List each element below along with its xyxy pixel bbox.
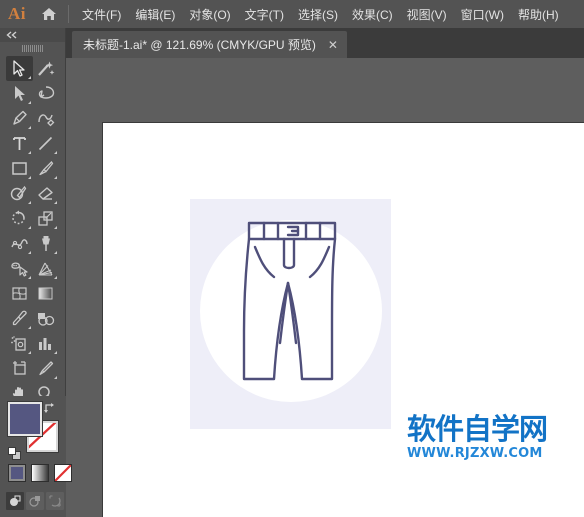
swap-fill-stroke-icon[interactable] [43, 401, 56, 419]
gradient-mode-button[interactable] [31, 464, 49, 482]
watermark: 软件自学网 WWW.RJZXW.COM [407, 412, 557, 461]
canvas-area[interactable]: 软件自学网 WWW.RJZXW.COM [66, 58, 584, 517]
color-mode-button[interactable] [8, 464, 26, 482]
tool-corner-indicator [54, 176, 57, 179]
tool-corner-indicator [27, 276, 31, 279]
tool-corner-indicator [54, 251, 57, 254]
menu-effect[interactable]: 效果(C) [345, 2, 400, 27]
tool-corner-indicator [27, 151, 31, 154]
document-tab[interactable]: 未标题-1.ai* @ 121.69% (CMYK/GPU 预览) ✕ [72, 31, 347, 58]
draw-behind-button[interactable] [26, 492, 44, 510]
menu-edit[interactable]: 编辑(E) [128, 2, 182, 27]
magic-wand-tool[interactable] [33, 56, 60, 81]
menu-view[interactable]: 视图(V) [400, 2, 454, 27]
tool-corner-indicator [27, 326, 31, 329]
paintbrush-tool[interactable] [33, 156, 60, 181]
tool-corner-indicator [27, 351, 31, 354]
watermark-url: WWW.RJZXW.COM [407, 446, 543, 461]
line-segment-tool[interactable] [33, 131, 60, 156]
menu-object[interactable]: 对象(O) [182, 2, 237, 27]
draw-mode-buttons [6, 492, 64, 510]
menu-divider [68, 5, 69, 23]
home-icon[interactable] [34, 7, 64, 21]
slice-tool[interactable] [33, 356, 60, 381]
eyedropper-tool[interactable] [6, 306, 33, 331]
menu-file[interactable]: 文件(F) [75, 2, 128, 27]
close-icon[interactable]: ✕ [326, 39, 340, 51]
artwork-background-square[interactable] [190, 199, 391, 429]
tool-corner-indicator [27, 126, 31, 129]
type-tool[interactable] [6, 131, 33, 156]
lasso-tool[interactable] [33, 81, 60, 106]
tool-corner-indicator [54, 276, 57, 279]
symbol-sprayer-tool[interactable] [6, 331, 33, 356]
mesh-tool[interactable] [6, 281, 33, 306]
document-tab-bar: 未标题-1.ai* @ 121.69% (CMYK/GPU 预览) ✕ [0, 28, 584, 58]
menu-type[interactable]: 文字(T) [238, 2, 291, 27]
shaper-tool[interactable] [6, 181, 33, 206]
fill-stroke-indicator [8, 401, 58, 460]
blend-tool[interactable] [33, 306, 60, 331]
draw-normal-button[interactable] [6, 492, 24, 510]
tool-corner-indicator [54, 201, 57, 204]
menu-window[interactable]: 窗口(W) [454, 2, 511, 27]
watermark-title: 软件自学网 [407, 412, 548, 446]
selection-tool[interactable] [6, 56, 33, 81]
shape-builder-tool[interactable] [6, 256, 33, 281]
perspective-grid-tool[interactable] [33, 256, 60, 281]
gradient-tool[interactable] [33, 281, 60, 306]
menu-bar: Ai 文件(F) 编辑(E) 对象(O) 文字(T) 选择(S) 效果(C) 视… [0, 0, 584, 28]
artboard-tool[interactable] [6, 356, 33, 381]
column-graph-tool[interactable] [33, 331, 60, 356]
tool-corner-indicator [54, 151, 57, 154]
tool-corner-indicator [54, 226, 57, 229]
eraser-tool[interactable] [33, 181, 60, 206]
rectangle-tool[interactable] [6, 156, 33, 181]
double-chevron-left-icon[interactable] [0, 28, 65, 42]
illustrator-window: Ai 文件(F) 编辑(E) 对象(O) 文字(T) 选择(S) 效果(C) 视… [0, 0, 584, 517]
tool-corner-indicator [27, 251, 31, 254]
curvature-tool[interactable] [33, 106, 60, 131]
none-mode-button[interactable] [54, 464, 72, 482]
tool-corner-indicator [27, 101, 31, 104]
menu-help[interactable]: 帮助(H) [511, 2, 566, 27]
tool-corner-indicator [27, 76, 31, 79]
fill-mode-buttons [8, 464, 72, 482]
tool-corner-indicator [27, 226, 31, 229]
free-transform-tool[interactable] [33, 231, 60, 256]
color-controls [0, 396, 72, 517]
tool-corner-indicator [54, 351, 57, 354]
direct-selection-tool[interactable] [6, 81, 33, 106]
tool-corner-indicator [27, 176, 31, 179]
scale-tool[interactable] [33, 206, 60, 231]
menu-select[interactable]: 选择(S) [291, 2, 345, 27]
tool-grid [0, 54, 65, 406]
drag-grip-icon[interactable] [0, 42, 65, 54]
width-tool[interactable] [6, 231, 33, 256]
trousers-line-icon[interactable] [222, 221, 362, 401]
ai-logo: Ai [8, 4, 26, 23]
draw-inside-button[interactable] [46, 492, 64, 510]
pen-tool[interactable] [6, 106, 33, 131]
tool-corner-indicator [54, 376, 57, 379]
rotate-tool[interactable] [6, 206, 33, 231]
document-tab-title: 未标题-1.ai* @ 121.69% (CMYK/GPU 预览) [83, 38, 316, 52]
fill-swatch[interactable] [8, 402, 42, 436]
tool-corner-indicator [27, 201, 31, 204]
artboard[interactable]: 软件自学网 WWW.RJZXW.COM [102, 122, 584, 517]
